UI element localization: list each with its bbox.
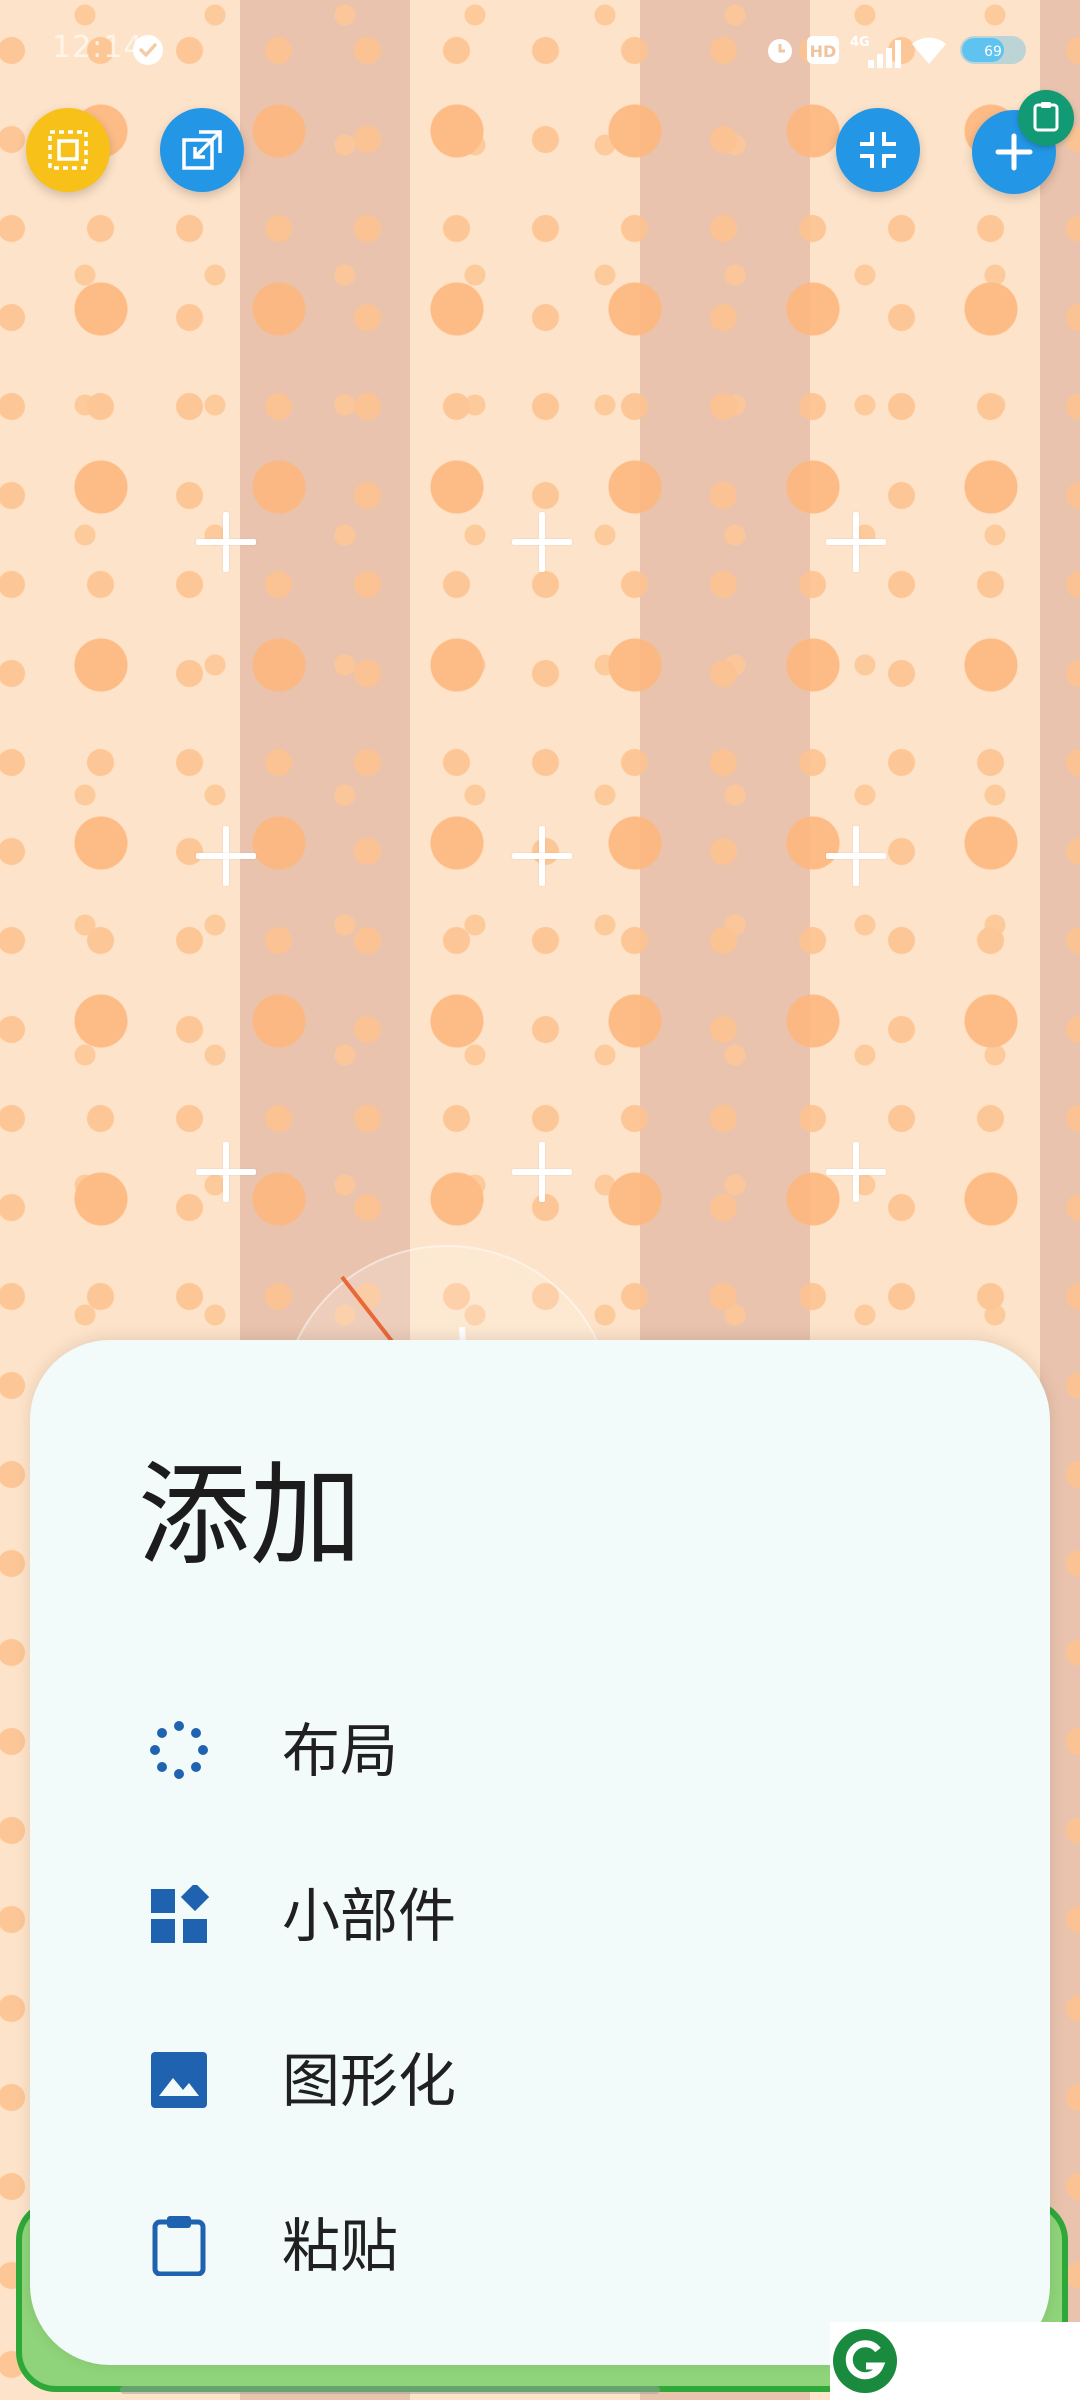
status-bar: 12:14 HD 4G 69 — [0, 0, 1080, 100]
svg-text:HD: HD — [810, 42, 837, 61]
navigation-handle[interactable] — [120, 2386, 660, 2394]
add-slot-marker[interactable] — [826, 826, 886, 886]
svg-text:69: 69 — [984, 44, 1002, 60]
add-slot-marker[interactable] — [512, 826, 572, 886]
menu-item-paste[interactable]: 粘贴 — [30, 2170, 1050, 2320]
expand-window-icon — [179, 127, 225, 173]
menu-item-label: 布局 — [282, 1717, 399, 1785]
add-slot-marker[interactable] — [196, 826, 256, 886]
home-screen-editor: 12:14 HD 4G 69 添加 布局 小部件 图形化 粘贴 — [0, 0, 1080, 2400]
clipboard-icon — [148, 2214, 210, 2276]
collapse-icon — [856, 128, 900, 172]
check-circle-icon — [132, 34, 164, 70]
add-slot-marker[interactable] — [826, 512, 886, 572]
select-layout-button[interactable] — [26, 108, 110, 192]
add-bottom-sheet: 添加 布局 小部件 图形化 粘贴 — [30, 1340, 1050, 2365]
image-icon — [148, 2049, 210, 2111]
menu-item-label: 图形化 — [282, 2047, 457, 2115]
widget-icon — [148, 1884, 210, 1946]
alarm-icon — [764, 34, 796, 70]
layout-dots-icon — [148, 1719, 210, 1781]
select-frame-icon — [45, 127, 91, 173]
svg-text:4G: 4G — [850, 35, 870, 50]
sheet-title: 添加 — [138, 1451, 362, 1581]
g-logo-icon — [833, 2329, 897, 2393]
add-slot-marker[interactable] — [196, 1142, 256, 1202]
clipboard-icon — [1032, 100, 1060, 136]
menu-item-label: 粘贴 — [282, 2212, 399, 2280]
add-slot-marker[interactable] — [512, 512, 572, 572]
wifi-icon — [910, 34, 948, 70]
add-slot-marker[interactable] — [512, 1142, 572, 1202]
status-time: 12:14 — [52, 30, 144, 65]
menu-item-label: 小部件 — [282, 1882, 457, 1950]
watermark-logo — [830, 2322, 1080, 2400]
resize-window-button[interactable] — [160, 108, 244, 192]
menu-item-graphic[interactable]: 图形化 — [30, 2005, 1050, 2155]
add-slot-marker[interactable] — [196, 512, 256, 572]
clipboard-badge[interactable] — [1018, 90, 1074, 146]
collapse-button[interactable] — [836, 108, 920, 192]
menu-item-widget[interactable]: 小部件 — [30, 1840, 1050, 1990]
cellular-signal-icon: 4G — [850, 34, 902, 72]
menu-item-layout[interactable]: 布局 — [30, 1675, 1050, 1825]
battery-icon: 69 — [960, 34, 1030, 70]
hd-badge-icon: HD — [806, 34, 840, 70]
add-slot-marker[interactable] — [826, 1142, 886, 1202]
